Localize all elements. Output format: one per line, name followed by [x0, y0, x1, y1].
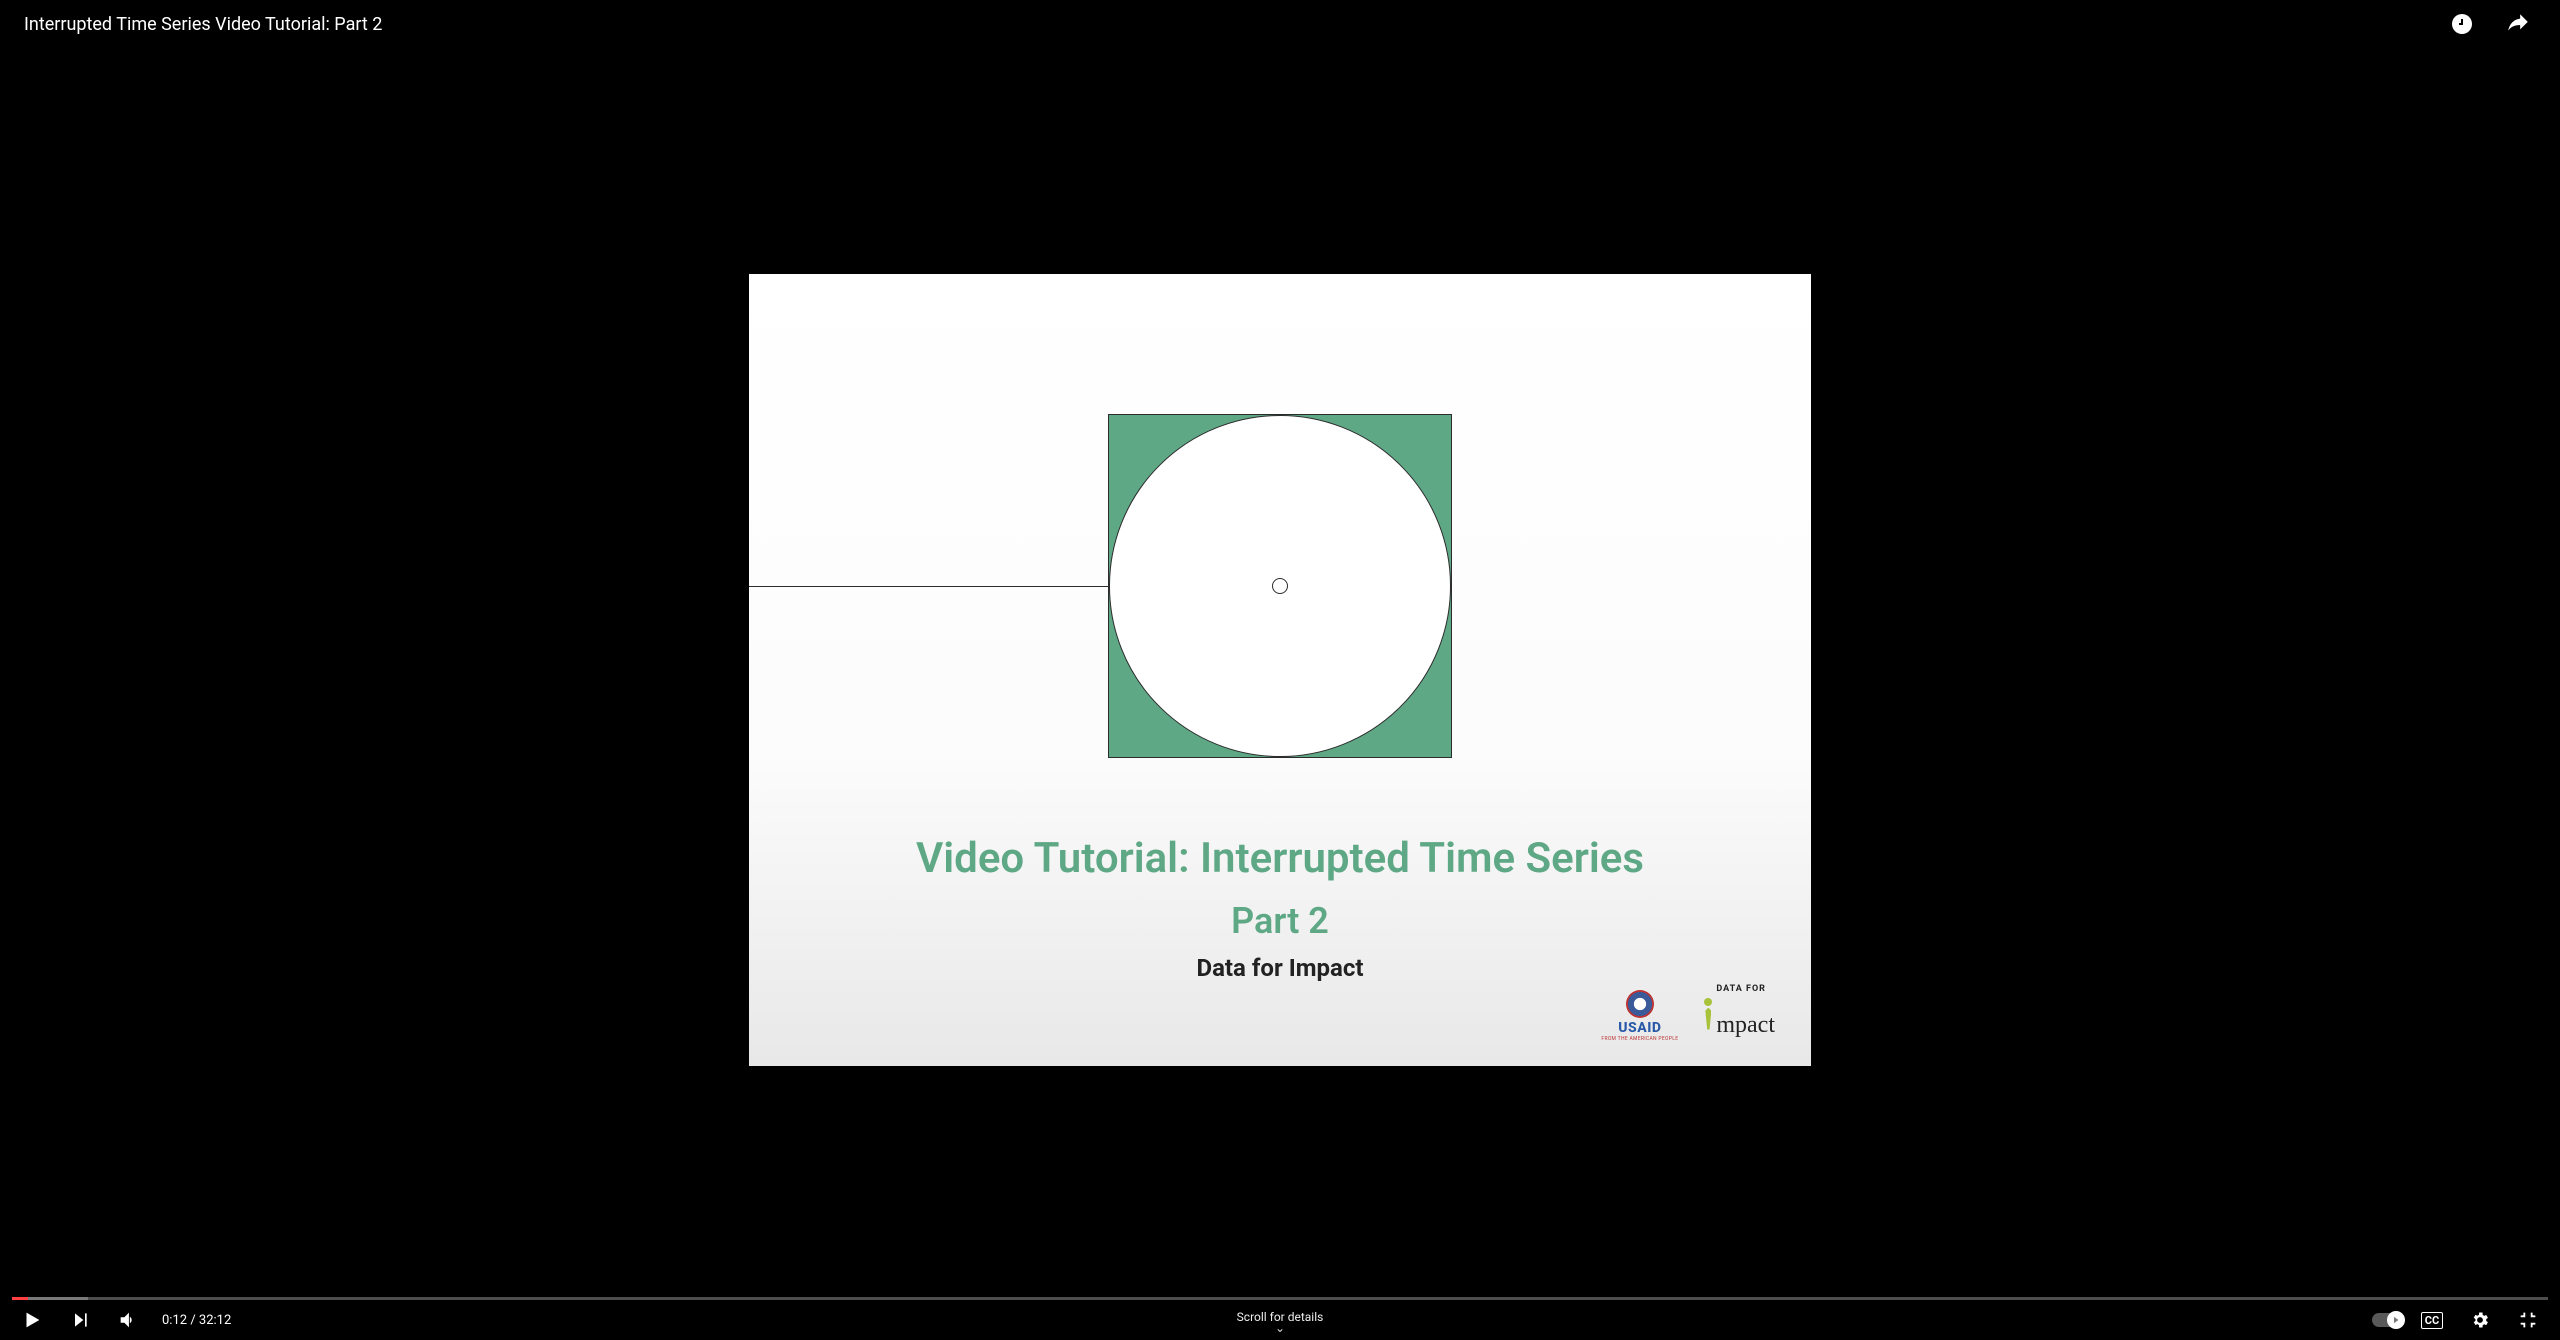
- cc-icon: CC: [2421, 1312, 2443, 1329]
- time-display: 0:12 / 32:12: [162, 1313, 231, 1328]
- volume-icon: [117, 1309, 139, 1331]
- subtitles-button[interactable]: CC: [2412, 1300, 2452, 1340]
- controls-right: CC: [2372, 1300, 2548, 1340]
- top-actions: [2444, 6, 2536, 42]
- next-button[interactable]: [60, 1300, 100, 1340]
- play-button[interactable]: [12, 1300, 52, 1340]
- share-icon: [2505, 11, 2531, 37]
- play-icon: [21, 1309, 43, 1331]
- autoplay-toggle[interactable]: [2372, 1313, 2404, 1327]
- exit-fullscreen-icon: [2517, 1309, 2539, 1331]
- exit-fullscreen-button[interactable]: [2508, 1300, 2548, 1340]
- player-top-bar: Interrupted Time Series Video Tutorial: …: [0, 0, 2560, 48]
- slide-title: Video Tutorial: Interrupted Time Series: [749, 834, 1811, 883]
- next-icon: [70, 1310, 90, 1330]
- usaid-logo: USAID FROM THE AMERICAN PEOPLE: [1601, 990, 1678, 1042]
- slide-logo-graphic: [1108, 414, 1452, 758]
- gear-icon: [2470, 1310, 2490, 1330]
- autoplay-toggle-knob: [2387, 1311, 2405, 1329]
- slide-organization: Data for Impact: [749, 954, 1811, 982]
- controls-left: 0:12 / 32:12: [12, 1300, 231, 1340]
- video-viewport[interactable]: Video Tutorial: Interrupted Time Series …: [749, 274, 1811, 1066]
- current-time: 0:12: [162, 1313, 187, 1328]
- d4i-main: mpact: [1716, 1012, 1775, 1039]
- video-title[interactable]: Interrupted Time Series Video Tutorial: …: [24, 14, 382, 35]
- video-player: Video Tutorial: Interrupted Time Series …: [0, 0, 2560, 1340]
- share-button[interactable]: [2500, 6, 2536, 42]
- clock-icon: [2450, 12, 2474, 36]
- slide-subtitle: Part 2: [749, 900, 1811, 942]
- mute-button[interactable]: [108, 1300, 148, 1340]
- slide-logo-center-dot: [1272, 578, 1288, 594]
- slide-logos: USAID FROM THE AMERICAN PEOPLE DATA FOR …: [1601, 990, 1775, 1042]
- time-separator: /: [190, 1313, 199, 1328]
- usaid-subtext: FROM THE AMERICAN PEOPLE: [1601, 1036, 1678, 1042]
- d4i-prefix: DATA FOR: [1716, 984, 1766, 994]
- usaid-text: USAID: [1618, 1020, 1661, 1036]
- data-for-impact-logo: DATA FOR mpact: [1702, 994, 1775, 1039]
- duration: 32:12: [199, 1313, 231, 1328]
- settings-button[interactable]: [2460, 1300, 2500, 1340]
- usaid-seal-icon: [1626, 990, 1654, 1018]
- watch-later-button[interactable]: [2444, 6, 2480, 42]
- d4i-mark-icon: [1702, 1004, 1712, 1032]
- player-controls: 0:12 / 32:12 CC: [0, 1300, 2560, 1340]
